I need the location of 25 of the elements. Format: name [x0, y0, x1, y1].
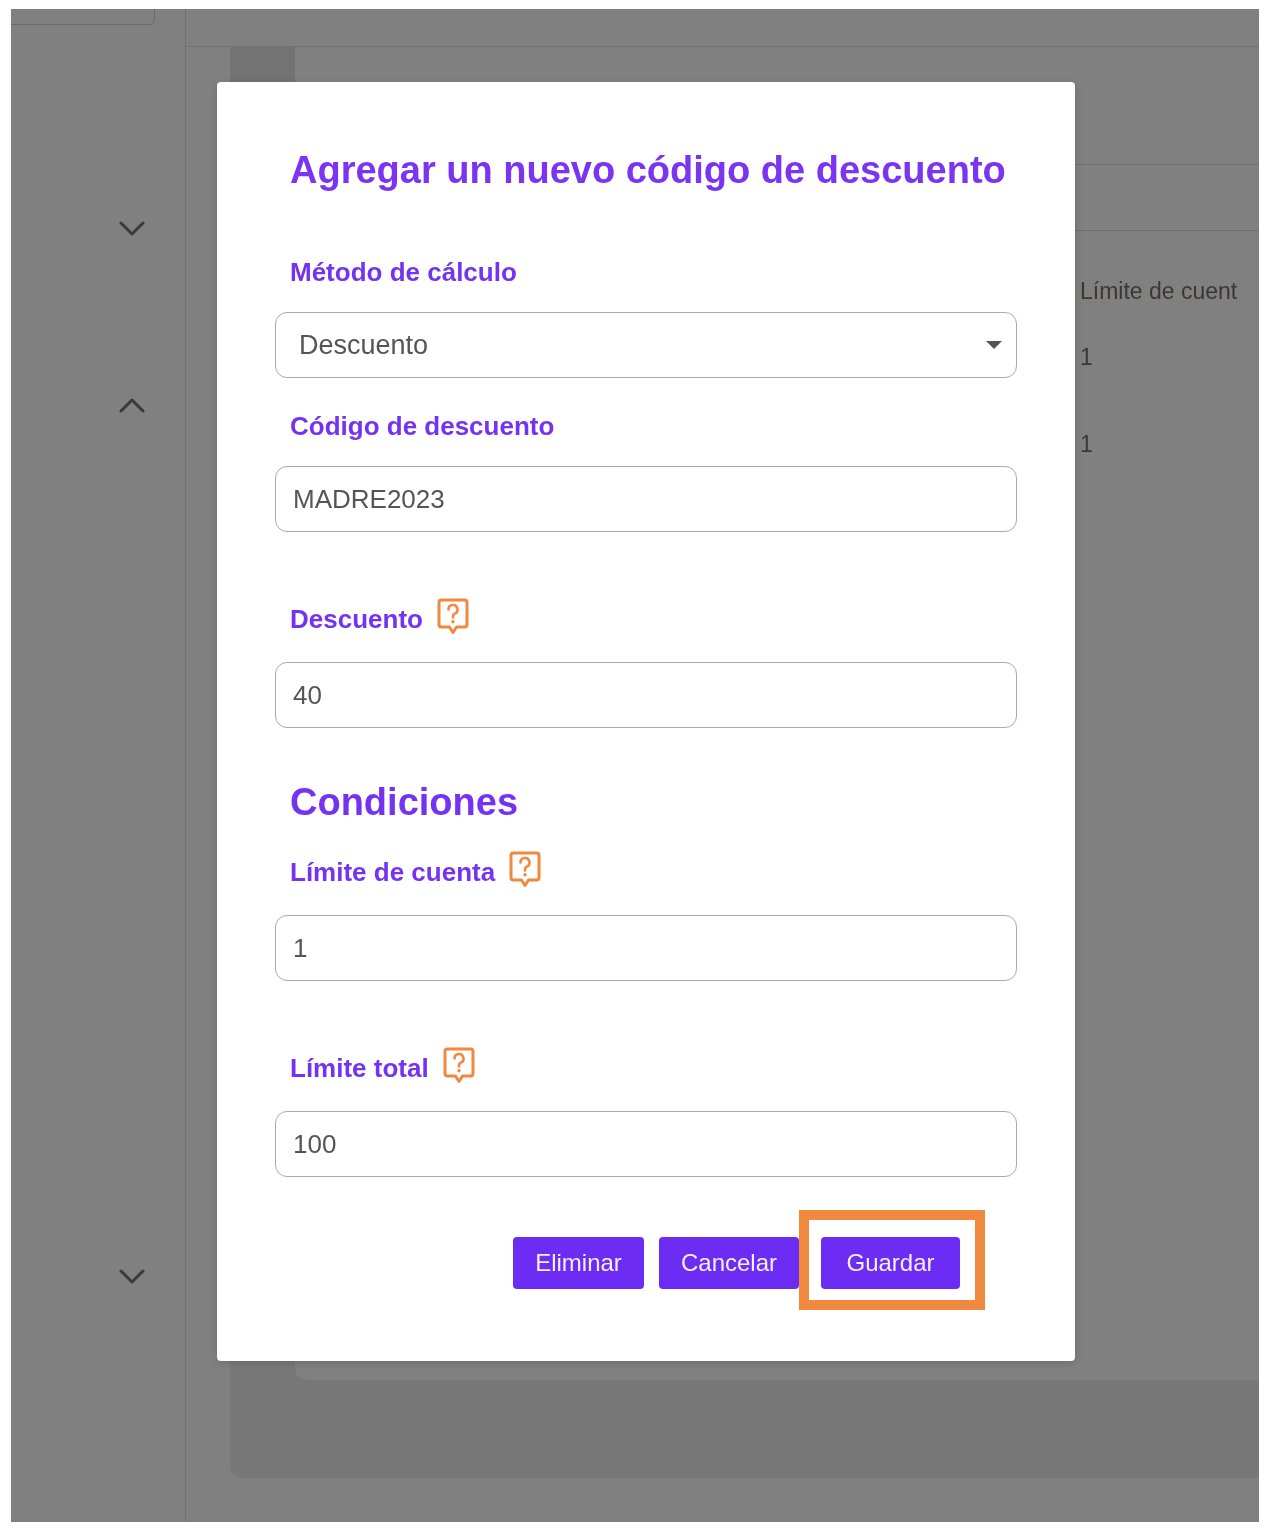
dialog-title: Agregar un nuevo código de descuento — [290, 150, 1007, 190]
cancel-button[interactable]: Cancelar — [659, 1237, 799, 1289]
field-label: Descuento — [290, 602, 423, 634]
text-input-field[interactable]: MADRE2023 — [275, 466, 1017, 532]
dropdown-caret-icon — [986, 341, 1002, 349]
text-input-field[interactable]: 100 — [275, 1111, 1017, 1177]
field-label: Límite de cuenta — [290, 855, 496, 887]
help-icon[interactable] — [436, 598, 469, 635]
field-label: Código de descuento — [290, 409, 555, 441]
help-icon[interactable] — [509, 851, 542, 888]
delete-button[interactable]: Eliminar — [513, 1237, 644, 1289]
table-cell: 1 — [1080, 431, 1093, 457]
field-label: Método de cálculo — [290, 255, 517, 287]
help-icon[interactable] — [442, 1047, 475, 1084]
chevron-down-icon[interactable] — [119, 1269, 145, 1284]
chevron-down-icon[interactable] — [119, 221, 145, 236]
chevron-up-icon[interactable] — [119, 398, 145, 413]
section-heading: Condiciones — [290, 780, 520, 824]
field-label: Límite total — [290, 1051, 429, 1083]
text-input-field[interactable]: 1 — [275, 915, 1017, 981]
save-button[interactable]: Guardar — [821, 1237, 960, 1289]
text-input-field[interactable]: 40 — [275, 662, 1017, 728]
column-header: Límite de cuent — [1080, 277, 1239, 306]
select-field[interactable]: Descuento — [275, 312, 1017, 378]
table-cell: 1 — [1080, 344, 1093, 370]
